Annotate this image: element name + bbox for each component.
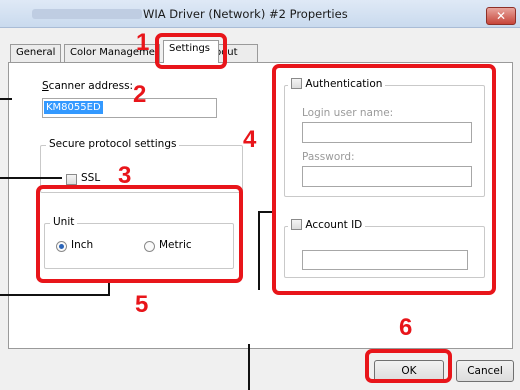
leader-line-4-vertical [258,211,260,290]
scanner-address-label: Scanner address: [42,80,133,92]
callout-number-5: 5 [135,291,149,318]
callout-box-ok [365,349,452,383]
callout-box-authentication [272,64,496,295]
scanner-address-value: KM8055ED [44,101,103,114]
window-title: WIA Driver (Network) #2 Properties [143,7,348,21]
tab-general[interactable]: General [10,44,62,62]
callout-number-6: 6 [399,314,413,341]
leader-line-2 [0,98,12,100]
secure-protocol-label: Secure protocol settings [46,138,180,150]
ssl-checkbox[interactable] [66,174,77,185]
callout-number-1: 1 [136,29,150,56]
callout-number-4: 4 [243,126,257,153]
scanner-address-mnemonic: S [42,80,49,92]
cancel-button[interactable]: Cancel [456,360,514,382]
leader-line-5-vertical [108,283,110,296]
blurred-title-prefix [32,9,142,19]
leader-line-3 [0,177,62,179]
callout-number-2: 2 [133,81,147,108]
leader-line-5-horizontal [0,294,110,296]
ssl-label: SSL [81,172,101,184]
close-button[interactable]: ✕ [486,7,516,25]
tab-settings[interactable]: Settings [163,40,219,63]
scanner-address-label-rest: canner address: [48,80,134,92]
leader-line-4-horizontal [258,211,272,213]
callout-number-3: 3 [118,162,132,189]
leader-line-bottom [248,344,250,390]
callout-box-unit [36,185,243,283]
